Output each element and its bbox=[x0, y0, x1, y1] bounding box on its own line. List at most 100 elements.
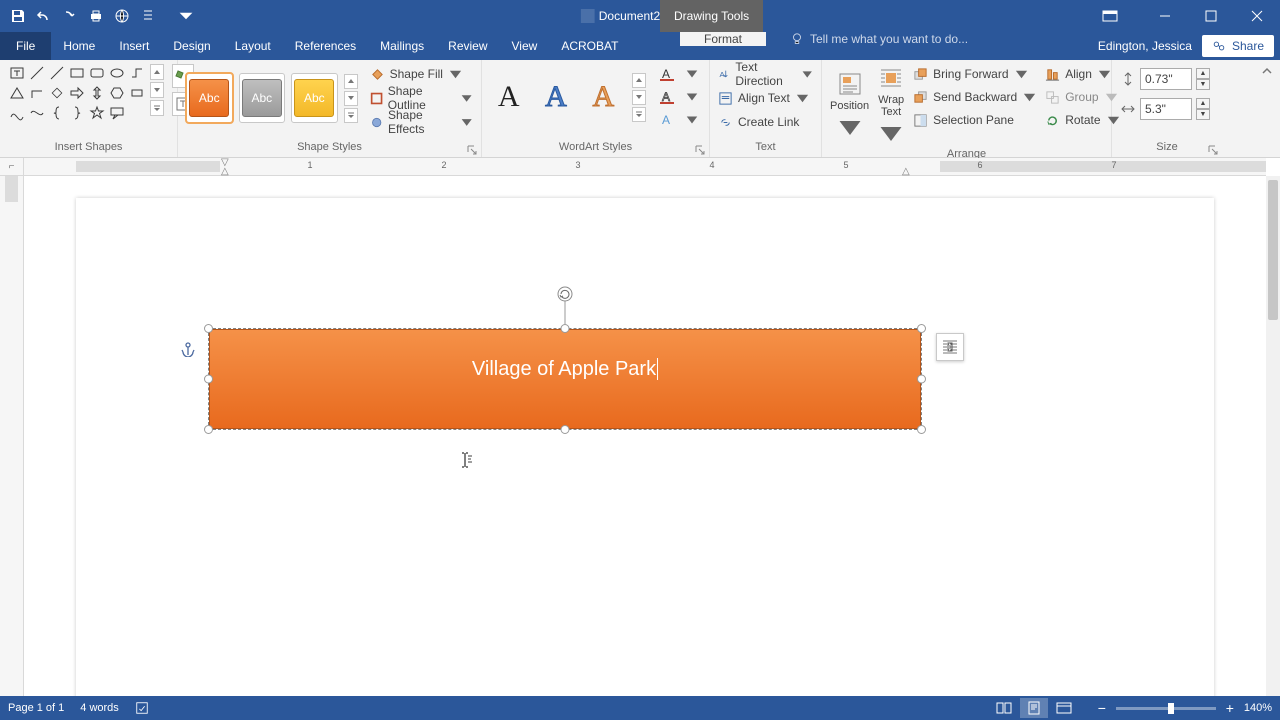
quick-print-button[interactable] bbox=[84, 4, 108, 28]
close-button[interactable] bbox=[1234, 0, 1280, 32]
maximize-button[interactable] bbox=[1188, 0, 1234, 32]
wordart-scroll-down-button[interactable] bbox=[632, 90, 646, 105]
styles-more-button[interactable] bbox=[344, 108, 358, 123]
layout-options-button[interactable] bbox=[936, 333, 964, 361]
star-shape-icon[interactable] bbox=[88, 104, 106, 122]
zoom-in-button[interactable]: + bbox=[1222, 700, 1238, 716]
page[interactable]: Village of Apple Park bbox=[76, 198, 1214, 696]
ribbon-display-options-button[interactable] bbox=[1090, 0, 1130, 32]
curve-shape-icon[interactable] bbox=[8, 104, 26, 122]
zoom-slider-thumb[interactable] bbox=[1168, 703, 1174, 714]
resize-handle-tr[interactable] bbox=[917, 324, 926, 333]
word-count[interactable]: 4 words bbox=[80, 702, 119, 714]
user-name[interactable]: Edington, Jessica bbox=[1098, 39, 1198, 53]
freeform-shape-icon[interactable] bbox=[28, 104, 46, 122]
arrow-right-shape-icon[interactable] bbox=[68, 84, 86, 102]
spacing-button[interactable] bbox=[136, 4, 160, 28]
brace-right-shape-icon[interactable] bbox=[68, 104, 86, 122]
anchor-icon[interactable] bbox=[180, 341, 196, 357]
minimize-button[interactable] bbox=[1142, 0, 1188, 32]
read-mode-button[interactable] bbox=[990, 698, 1018, 718]
vertical-ruler[interactable] bbox=[0, 176, 24, 696]
hexagon-shape-icon[interactable] bbox=[108, 84, 126, 102]
tab-file[interactable]: File bbox=[0, 32, 51, 60]
line-arrow-shape-icon[interactable] bbox=[48, 64, 66, 82]
share-button[interactable]: Share bbox=[1202, 35, 1274, 57]
qat-customize-button[interactable] bbox=[174, 4, 198, 28]
web-layout-button[interactable] bbox=[1050, 698, 1078, 718]
triangle-shape-icon[interactable] bbox=[8, 84, 26, 102]
align-button[interactable]: Align bbox=[1045, 64, 1120, 84]
zoom-slider[interactable] bbox=[1116, 707, 1216, 710]
wrap-text-button[interactable]: Wrap Text bbox=[877, 64, 905, 148]
save-button[interactable] bbox=[6, 4, 30, 28]
rotate-button[interactable]: Rotate bbox=[1045, 110, 1120, 130]
ruler-corner[interactable]: ⌐ bbox=[0, 158, 24, 176]
height-spin-down[interactable]: ▼ bbox=[1196, 79, 1210, 90]
selection-pane-button[interactable]: Selection Pane bbox=[913, 110, 1037, 130]
wordart-more-button[interactable] bbox=[632, 107, 646, 122]
rect-shape-icon[interactable] bbox=[68, 64, 86, 82]
callout-shape-icon[interactable] bbox=[108, 104, 126, 122]
send-backward-button[interactable]: Send Backward bbox=[913, 87, 1037, 107]
arrow-updown-shape-icon[interactable] bbox=[88, 84, 106, 102]
elbow-shape-icon[interactable] bbox=[28, 84, 46, 102]
bring-forward-button[interactable]: Bring Forward bbox=[913, 64, 1037, 84]
wordart-launcher-icon[interactable] bbox=[695, 145, 705, 155]
text-fill-button[interactable]: A bbox=[660, 64, 701, 84]
oval-shape-icon[interactable] bbox=[108, 64, 126, 82]
shapes-scroll-down-button[interactable] bbox=[150, 82, 164, 98]
shape-effects-button[interactable]: Shape Effects bbox=[370, 112, 473, 132]
resize-handle-br[interactable] bbox=[917, 425, 926, 434]
tab-acrobat[interactable]: ACROBAT bbox=[549, 32, 630, 60]
shape-outline-button[interactable]: Shape Outline bbox=[370, 88, 473, 108]
document-canvas[interactable]: Village of Apple Park bbox=[24, 176, 1266, 696]
shape-height-input[interactable]: 0.73" bbox=[1140, 68, 1192, 90]
resize-handle-b[interactable] bbox=[561, 425, 570, 434]
text-effects-button[interactable]: A bbox=[660, 110, 701, 130]
tab-home[interactable]: Home bbox=[51, 32, 107, 60]
shape-width-input[interactable]: 5.3" bbox=[1140, 98, 1192, 120]
text-outline-button[interactable]: A bbox=[660, 87, 701, 107]
line-shape-icon[interactable] bbox=[28, 64, 46, 82]
scrollbar-thumb[interactable] bbox=[1268, 180, 1278, 320]
shape-text[interactable]: Village of Apple Park bbox=[472, 358, 656, 381]
brace-left-shape-icon[interactable] bbox=[48, 104, 66, 122]
textbox-shape-icon[interactable] bbox=[8, 64, 26, 82]
shapes-more-button[interactable] bbox=[150, 100, 164, 116]
diamond-shape-icon[interactable] bbox=[48, 84, 66, 102]
align-text-button[interactable]: Align Text bbox=[718, 88, 813, 108]
connector-shape-icon[interactable] bbox=[128, 64, 146, 82]
zoom-out-button[interactable]: − bbox=[1094, 700, 1110, 716]
height-spin-up[interactable]: ▲ bbox=[1196, 68, 1210, 79]
tab-review[interactable]: Review bbox=[436, 32, 499, 60]
tab-mailings[interactable]: Mailings bbox=[368, 32, 436, 60]
shape-rectangle[interactable]: Village of Apple Park bbox=[209, 329, 921, 429]
zoom-percent[interactable]: 140% bbox=[1244, 702, 1272, 714]
flowchart-shape-icon[interactable] bbox=[128, 84, 146, 102]
vertical-scrollbar[interactable] bbox=[1266, 176, 1280, 696]
rotate-handle[interactable] bbox=[556, 285, 574, 303]
tell-me-box[interactable]: Tell me what you want to do... bbox=[778, 32, 980, 46]
size-launcher-icon[interactable] bbox=[1208, 145, 1218, 155]
resize-handle-t[interactable] bbox=[561, 324, 570, 333]
styles-scroll-up-button[interactable] bbox=[344, 74, 358, 89]
tab-references[interactable]: References bbox=[283, 32, 368, 60]
wordart-style-1[interactable]: A bbox=[490, 75, 527, 119]
styles-scroll-down-button[interactable] bbox=[344, 91, 358, 106]
resize-handle-l[interactable] bbox=[204, 375, 213, 384]
tab-insert[interactable]: Insert bbox=[107, 32, 161, 60]
shape-styles-launcher-icon[interactable] bbox=[467, 145, 477, 155]
collapse-ribbon-button[interactable] bbox=[1260, 64, 1274, 78]
shape-style-orange[interactable]: Abc bbox=[186, 73, 233, 123]
print-layout-button[interactable] bbox=[1020, 698, 1048, 718]
resize-handle-tl[interactable] bbox=[204, 324, 213, 333]
tab-layout[interactable]: Layout bbox=[223, 32, 283, 60]
shape-style-gray[interactable]: Abc bbox=[239, 73, 286, 123]
position-button[interactable]: Position bbox=[830, 64, 869, 148]
page-indicator[interactable]: Page 1 of 1 bbox=[8, 702, 64, 714]
undo-button[interactable] bbox=[32, 4, 56, 28]
tab-design[interactable]: Design bbox=[161, 32, 222, 60]
wordart-style-3[interactable]: A bbox=[585, 75, 622, 119]
resize-handle-bl[interactable] bbox=[204, 425, 213, 434]
